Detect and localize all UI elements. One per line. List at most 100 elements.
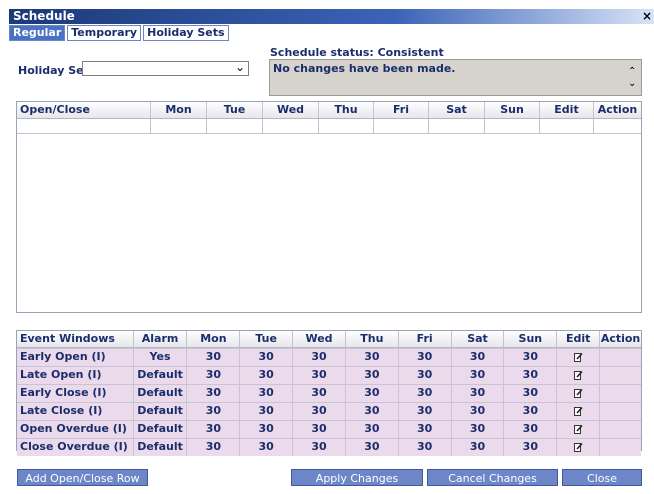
edit-icon[interactable] (573, 406, 583, 416)
cell-thu: 30 (346, 421, 399, 438)
cell-tue: 30 (240, 439, 294, 456)
column-header-fri: Fri (399, 331, 452, 347)
cell-wed: 30 (293, 403, 346, 420)
open-close-header-row: Open/Close Mon Tue Wed Thu Fri Sat Sun E… (17, 102, 641, 119)
table-row: Late Close (I) Default 30 30 30 30 30 30 30 (17, 402, 641, 420)
table-row: Early Close (I) Default 30 30 30 30 30 30 30 (17, 384, 641, 402)
event-windows-table: Event Windows Alarm Mon Tue Wed Thu Fri … (16, 330, 642, 456)
cell-name: Close Overdue (I) (17, 439, 134, 456)
cell-sun: 30 (504, 403, 558, 420)
table-row: Open Overdue (I) Default 30 30 30 30 30 30 30 (17, 420, 641, 438)
cell-mon: 30 (187, 349, 241, 366)
cell-sun: 30 (504, 349, 558, 366)
cell-fri: 30 (399, 367, 452, 384)
table-row: Close Overdue (I) Default 30 30 30 30 30 30 30 (17, 438, 641, 456)
action-cell (600, 349, 641, 366)
column-header-mon: Mon (151, 102, 207, 118)
action-cell (600, 421, 641, 438)
cell-sat: 30 (452, 385, 505, 402)
chevron-down-icon[interactable]: ⌄ (628, 78, 639, 90)
edit-cell[interactable] (557, 385, 601, 402)
table-row: Late Open (I) Default 30 30 30 30 30 30 30 (17, 366, 641, 384)
cell-name: Open Overdue (I) (17, 421, 134, 438)
cell-mon: 30 (187, 367, 241, 384)
column-header-wed: Wed (293, 331, 346, 347)
cell-fri: 30 (399, 403, 452, 420)
cell-wed: 30 (293, 421, 346, 438)
column-header-tue: Tue (240, 331, 294, 347)
action-cell (600, 439, 641, 456)
cell-alarm: Default (134, 367, 188, 384)
open-close-table: Open/Close Mon Tue Wed Thu Fri Sat Sun E… (16, 101, 642, 313)
column-header-sun: Sun (485, 102, 540, 118)
action-cell (600, 385, 641, 402)
tab-bar: Regular Temporary Holiday Sets (9, 25, 231, 41)
edit-icon[interactable] (573, 442, 583, 452)
event-windows-body: Early Open (I) Yes 30 30 30 30 30 30 30 Late Open… (17, 348, 641, 456)
cell-alarm: Default (134, 439, 188, 456)
chevron-down-icon: ⌄ (234, 60, 245, 74)
edit-icon[interactable] (573, 352, 583, 362)
edit-cell[interactable] (557, 439, 601, 456)
close-button[interactable]: Close (562, 469, 642, 486)
add-open-close-row-button[interactable]: Add Open/Close Row (17, 469, 148, 486)
status-scrollbar[interactable]: ⌃ ⌄ (628, 66, 639, 90)
edit-cell[interactable] (557, 403, 601, 420)
cell-fri: 30 (399, 349, 452, 366)
column-header-alarm: Alarm (134, 331, 188, 347)
status-message-box: No changes have been made. ⌃ ⌄ (269, 59, 642, 96)
cell-sat: 30 (452, 349, 505, 366)
status-message: No changes have been made. (273, 62, 456, 75)
apply-changes-button[interactable]: Apply Changes (291, 469, 423, 486)
edit-icon[interactable] (573, 388, 583, 398)
holiday-set-select[interactable]: ⌄ (82, 60, 249, 76)
column-header-edit: Edit (540, 102, 594, 118)
cell-sun: 30 (504, 439, 558, 456)
cell-thu: 30 (346, 349, 399, 366)
edit-icon[interactable] (573, 424, 583, 434)
column-header-edit: Edit (557, 331, 601, 347)
tab-holiday-sets[interactable]: Holiday Sets (143, 25, 229, 41)
table-row: Early Open (I) Yes 30 30 30 30 30 30 30 (17, 348, 641, 366)
tab-regular[interactable]: Regular (9, 25, 66, 41)
cell-thu: 30 (346, 439, 399, 456)
cell-tue: 30 (240, 403, 294, 420)
column-header-thu: Thu (346, 331, 399, 347)
column-header-tue: Tue (207, 102, 263, 118)
holiday-set-label: Holiday Set (18, 64, 89, 77)
edit-icon[interactable] (573, 370, 583, 380)
tab-temporary[interactable]: Temporary (67, 25, 142, 41)
cell-name: Late Open (I) (17, 367, 134, 384)
column-header-sun: Sun (504, 331, 558, 347)
cell-name: Early Open (I) (17, 349, 134, 366)
cell-fri: 30 (399, 385, 452, 402)
cell-fri: 30 (399, 439, 452, 456)
cell-name: Late Close (I) (17, 403, 134, 420)
close-icon[interactable]: × (642, 9, 652, 24)
cell-sat: 30 (452, 403, 505, 420)
action-cell (600, 367, 641, 384)
cell-thu: 30 (346, 385, 399, 402)
cell-mon: 30 (187, 403, 241, 420)
cancel-changes-button[interactable]: Cancel Changes (427, 469, 558, 486)
column-header-mon: Mon (187, 331, 241, 347)
cell-fri: 30 (399, 421, 452, 438)
column-header-thu: Thu (319, 102, 374, 118)
cell-alarm: Yes (134, 349, 188, 366)
cell-tue: 30 (240, 385, 294, 402)
schedule-status-label: Schedule status: Consistent (270, 46, 444, 59)
table-row (17, 119, 641, 134)
cell-sat: 30 (452, 439, 505, 456)
edit-cell[interactable] (557, 349, 601, 366)
cell-mon: 30 (187, 439, 241, 456)
edit-cell[interactable] (557, 367, 601, 384)
cell-tue: 30 (240, 367, 294, 384)
chevron-up-icon[interactable]: ⌃ (628, 66, 639, 78)
title-bar: Schedule × (9, 9, 654, 24)
column-header-open-close: Open/Close (17, 102, 151, 118)
cell-thu: 30 (346, 367, 399, 384)
cell-tue: 30 (240, 349, 294, 366)
cell-mon: 30 (187, 385, 241, 402)
edit-cell[interactable] (557, 421, 601, 438)
cell-alarm: Default (134, 421, 188, 438)
